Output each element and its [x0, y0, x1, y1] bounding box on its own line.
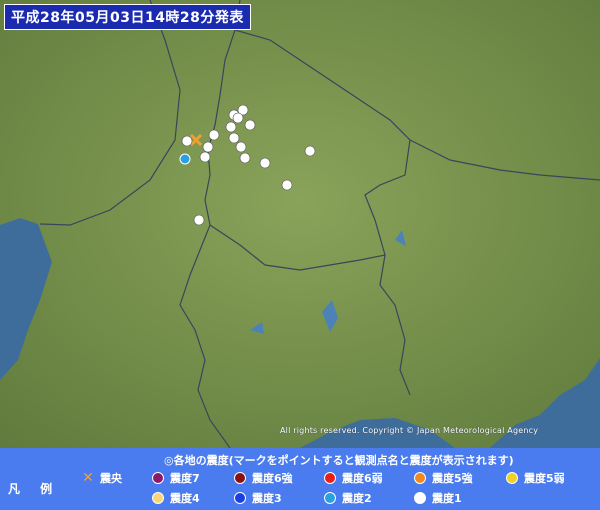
report-timestamp: 平成28年05月03日14時28分発表	[4, 4, 251, 30]
station-intensity-1[interactable]	[181, 135, 193, 147]
legend-label: 震度7	[170, 472, 200, 485]
legend-label: 震度6強	[252, 472, 293, 485]
legend-label: 震度1	[432, 492, 462, 505]
intensity-7-dot	[152, 472, 164, 484]
legend-item-epicenter: ✕ 震央	[82, 470, 122, 486]
legend-item-intensity-5-upper: 震度5強	[414, 470, 473, 486]
legend-item-intensity-7: 震度7	[152, 470, 200, 486]
legend-item-intensity-5-lower: 震度5弱	[506, 470, 565, 486]
station-intensity-1[interactable]	[244, 119, 256, 131]
land-background	[0, 0, 600, 448]
legend-title: ◎各地の震度(マークをポイントすると観測点名と震度が表示されます)	[164, 454, 514, 467]
station-intensity-1[interactable]	[239, 152, 251, 164]
station-intensity-1[interactable]	[235, 141, 247, 153]
legend-item-intensity-4: 震度4	[152, 490, 200, 506]
intensity-4-dot	[152, 492, 164, 504]
epicenter-icon: ✕	[82, 470, 94, 486]
intensity-6-lower-dot	[324, 472, 336, 484]
intensity-5-lower-dot	[506, 472, 518, 484]
station-intensity-1[interactable]	[232, 112, 244, 124]
station-intensity-1[interactable]	[208, 129, 220, 141]
legend-label: 震度4	[170, 492, 200, 505]
station-intensity-1[interactable]	[202, 141, 214, 153]
copyright-notice: All rights reserved. Copyright © Japan M…	[280, 426, 539, 435]
legend-label: 震度5弱	[524, 472, 565, 485]
legend-item-intensity-6-upper: 震度6強	[234, 470, 293, 486]
station-intensity-2[interactable]	[179, 153, 191, 165]
station-intensity-1[interactable]	[259, 157, 271, 169]
legend-label: 震央	[100, 472, 122, 485]
station-intensity-1[interactable]	[281, 179, 293, 191]
intensity-1-dot	[414, 492, 426, 504]
legend-item-intensity-2: 震度2	[324, 490, 372, 506]
station-intensity-1[interactable]	[304, 145, 316, 157]
legend-label: 震度3	[252, 492, 282, 505]
legend-label: 震度6弱	[342, 472, 383, 485]
legend-heading: 凡 例	[8, 482, 61, 496]
legend-item-intensity-3: 震度3	[234, 490, 282, 506]
intensity-5-upper-dot	[414, 472, 426, 484]
intensity-3-dot	[234, 492, 246, 504]
legend-item-intensity-1: 震度1	[414, 490, 462, 506]
station-intensity-1[interactable]	[225, 121, 237, 133]
legend-label: 震度5強	[432, 472, 473, 485]
station-intensity-1[interactable]	[199, 151, 211, 163]
intensity-6-upper-dot	[234, 472, 246, 484]
map-canvas	[0, 0, 600, 448]
station-intensity-1[interactable]	[193, 214, 205, 226]
intensity-2-dot	[324, 492, 336, 504]
legend-label: 震度2	[342, 492, 372, 505]
legend-item-intensity-6-lower: 震度6弱	[324, 470, 383, 486]
station-intensity-1[interactable]	[228, 132, 240, 144]
